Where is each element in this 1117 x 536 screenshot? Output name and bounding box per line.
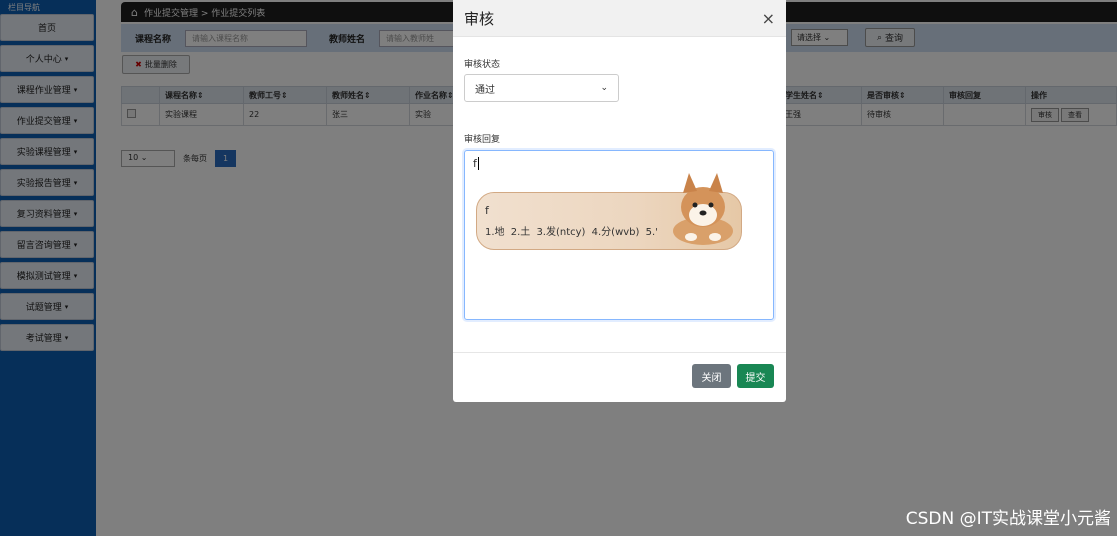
audit-status-value: 通过 (475, 84, 495, 96)
audit-reply-label: 审核回复 (464, 135, 501, 145)
close-button[interactable]: 关闭 (692, 364, 731, 388)
submit-button[interactable]: 提交 (737, 364, 774, 388)
ime-composition: f (485, 204, 489, 217)
close-icon[interactable]: × (762, 9, 775, 28)
modal-footer: 关闭 提交 (453, 352, 786, 402)
audit-status-select[interactable]: 通过 ⌄ (464, 74, 619, 102)
audit-reply-value: f (473, 157, 477, 170)
dog-icon (673, 173, 733, 245)
modal-header: 审核 × (453, 0, 786, 37)
chevron-down-icon: ⌄ (600, 83, 608, 93)
audit-status-label: 审核状态 (464, 60, 501, 70)
watermark: CSDN @IT实战课堂小元酱 (905, 509, 1111, 529)
audit-modal: 审核 × 审核状态 通过 ⌄ 审核回复 f f 1.地 2.土 3.发(ntcy… (453, 0, 786, 402)
ime-candidate-popup: f 1.地 2.土 3.发(ntcy) 4.分(wvb) 5.' (476, 173, 742, 250)
ime-candidates[interactable]: 1.地 2.土 3.发(ntcy) 4.分(wvb) 5.' (485, 223, 658, 238)
modal-title: 审核 (464, 9, 495, 28)
